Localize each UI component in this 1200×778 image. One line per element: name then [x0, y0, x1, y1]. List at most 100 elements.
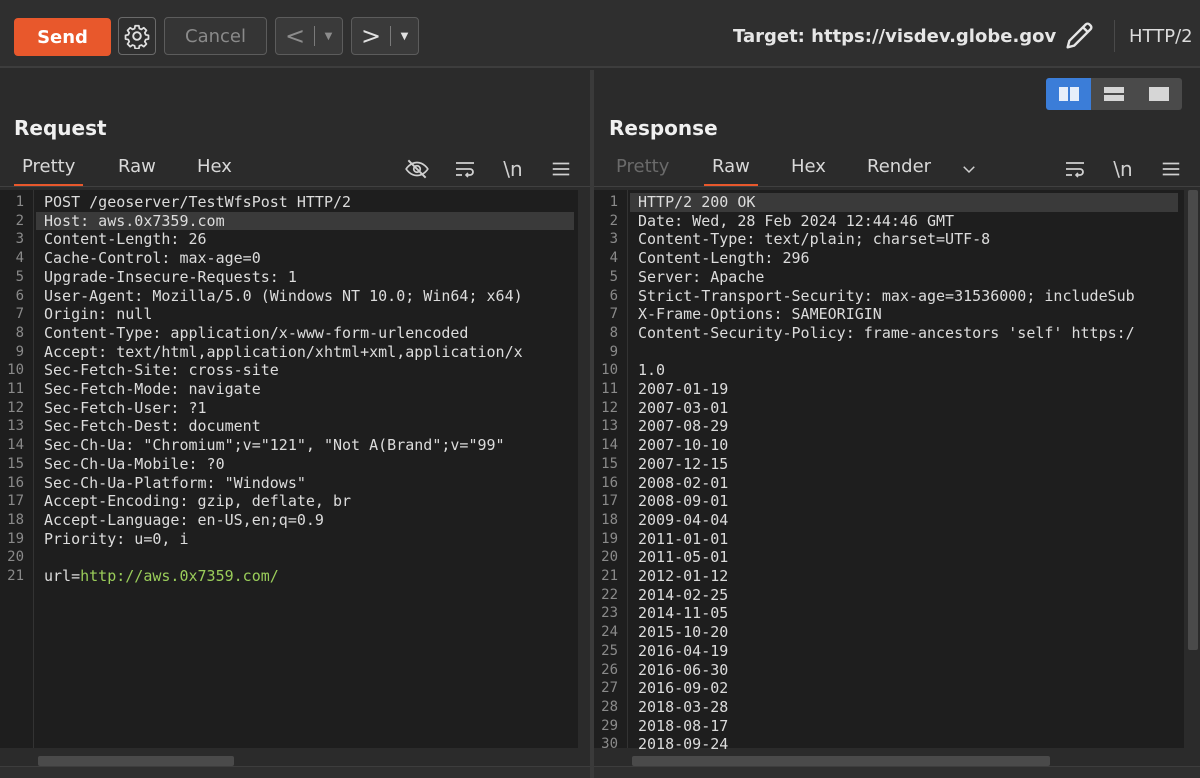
code-line: 4 Content-Length: 296 — [594, 249, 1184, 268]
line-text: 2007-12-15 — [638, 454, 729, 473]
line-number: 27 — [601, 680, 618, 697]
line-text: Content-Type: text/plain; charset=UTF-8 — [638, 230, 991, 249]
code-line: 8 Content-Security-Policy: frame-ancestor… — [594, 324, 1184, 343]
code-line: 14 2007-10-10 — [594, 436, 1184, 455]
code-line: 1 POST /geoserver/TestWfsPost HTTP/2 — [0, 193, 578, 212]
line-text: Content-Length: 26 — [44, 230, 207, 249]
line-text: Content-Length: 296 — [638, 249, 810, 268]
line-number: 3 — [609, 231, 618, 248]
code-line: 25 2016-04-19 — [594, 642, 1184, 661]
code-line: 30 2018-09-24 — [594, 735, 1184, 754]
line-text: 2007-10-10 — [638, 436, 729, 455]
http-version-label[interactable]: HTTP/2 — [1129, 26, 1193, 47]
request-horizontal-scrollbar[interactable] — [38, 756, 234, 766]
line-text: Accept-Language: en-US,en;q=0.9 — [44, 510, 324, 529]
code-line: 12 2007-03-01 — [594, 399, 1184, 418]
divider — [0, 186, 590, 187]
line-number: 10 — [7, 362, 24, 379]
tab-hex[interactable]: Hex — [791, 156, 826, 177]
line-text: POST /geoserver/TestWfsPost HTTP/2 — [44, 193, 352, 211]
line-number: 1 — [609, 194, 618, 210]
gear-icon — [124, 24, 150, 49]
line-number: 11 — [7, 381, 24, 397]
line-text: Strict-Transport-Security: max-age=31536… — [638, 286, 1135, 305]
code-line: 22 2014-02-25 — [594, 586, 1184, 605]
line-number: 12 — [601, 399, 618, 416]
line-number: 14 — [7, 437, 24, 454]
line-number: 26 — [601, 661, 618, 678]
code-line: 3 Content-Length: 26 — [0, 230, 578, 249]
tab-hex[interactable]: Hex — [197, 156, 232, 177]
tab-render[interactable]: Render — [867, 156, 931, 177]
line-number: 23 — [601, 605, 618, 622]
code-line: 2 Host: aws.0x7359.com — [0, 212, 578, 231]
line-text: 2011-01-01 — [638, 529, 729, 548]
code-line: 21 url=http://aws.0x7359.com/ — [0, 567, 578, 586]
single-pane-icon — [1149, 87, 1170, 101]
wrap-icon[interactable] — [1062, 156, 1088, 182]
send-button[interactable]: Send — [14, 18, 111, 56]
chevron-right-icon: > — [360, 22, 382, 50]
code-line: 27 2016-09-02 — [594, 679, 1184, 698]
layout-side-by-side-button[interactable] — [1046, 78, 1092, 110]
line-number: 1 — [15, 194, 24, 210]
back-button[interactable]: < ▼ — [275, 17, 343, 55]
wrap-icon[interactable] — [452, 156, 478, 182]
settings-button[interactable] — [118, 17, 156, 55]
line-number: 28 — [601, 698, 618, 715]
request-tab-tools: \n — [404, 156, 574, 182]
line-text: 2014-02-25 — [638, 585, 729, 604]
line-text: Upgrade-Insecure-Requests: 1 — [44, 267, 297, 286]
forward-button[interactable]: > ▼ — [351, 17, 419, 55]
line-text: Sec-Fetch-Site: cross-site — [44, 361, 279, 380]
code-line: 7 Origin: null — [0, 305, 578, 324]
code-line: 26 2016-06-30 — [594, 661, 1184, 680]
layout-single-button[interactable] — [1136, 78, 1182, 110]
response-vertical-scrollbar[interactable] — [1188, 190, 1198, 650]
line-number: 17 — [601, 493, 618, 510]
line-number: 11 — [601, 381, 618, 397]
chevron-down-icon[interactable] — [956, 156, 982, 182]
cancel-button[interactable]: Cancel — [164, 17, 267, 55]
code-line: 4 Cache-Control: max-age=0 — [0, 249, 578, 268]
back-history-dropdown[interactable]: ▼ — [315, 31, 342, 42]
layout-stacked-button[interactable] — [1091, 78, 1137, 110]
line-text: 2016-04-19 — [638, 641, 729, 660]
code-line: 29 2018-08-17 — [594, 717, 1184, 736]
request-title: Request — [14, 116, 107, 140]
line-text: 2016-09-02 — [638, 679, 729, 698]
newline-icon[interactable]: \n — [1110, 156, 1136, 182]
request-pane: Request Pretty Raw Hex \n 1 POST /geoserv… — [0, 70, 590, 778]
line-text: 2008-02-01 — [638, 473, 729, 492]
code-line: 20 — [0, 548, 578, 567]
request-editor[interactable]: 1 POST /geoserver/TestWfsPost HTTP/2 2 Host… — [0, 190, 578, 748]
code-line: 14 Sec-Ch-Ua: "Chromium";v="121", "Not A(… — [0, 436, 578, 455]
newline-icon[interactable]: \n — [500, 156, 526, 182]
response-horizontal-scrollbar[interactable] — [632, 756, 1050, 766]
tab-pretty[interactable]: Pretty — [13, 156, 84, 186]
toolbar: Send Cancel < ▼ > ▼ Target: https://visd… — [0, 0, 1200, 68]
hide-icon[interactable] — [404, 156, 430, 182]
line-text: Sec-Ch-Ua-Platform: "Windows" — [44, 473, 306, 492]
pencil-icon[interactable] — [1062, 19, 1096, 53]
code-line: 18 2009-04-04 — [594, 511, 1184, 530]
line-number: 4 — [609, 250, 618, 267]
line-number: 7 — [15, 306, 24, 323]
line-number: 19 — [7, 530, 24, 547]
tab-pretty[interactable]: Pretty — [616, 156, 669, 177]
line-text: Sec-Fetch-Mode: navigate — [44, 380, 261, 398]
line-text: 2018-09-24 — [638, 735, 729, 754]
code-line: 17 2008-09-01 — [594, 492, 1184, 511]
tab-raw[interactable]: Raw — [118, 156, 156, 177]
response-editor[interactable]: 1 HTTP/2 200 OK 2 Date: Wed, 28 Feb 2024 12… — [594, 190, 1184, 753]
line-text: HTTP/2 200 OK — [638, 193, 756, 211]
tab-raw[interactable]: Raw — [704, 156, 758, 186]
menu-icon[interactable] — [1158, 156, 1184, 182]
menu-icon[interactable] — [548, 156, 574, 182]
line-number: 3 — [15, 231, 24, 248]
line-number: 13 — [601, 418, 618, 435]
line-number: 20 — [7, 549, 24, 566]
code-line: 10 Sec-Fetch-Site: cross-site — [0, 361, 578, 380]
forward-history-dropdown[interactable]: ▼ — [391, 31, 418, 42]
line-number: 29 — [601, 717, 618, 734]
